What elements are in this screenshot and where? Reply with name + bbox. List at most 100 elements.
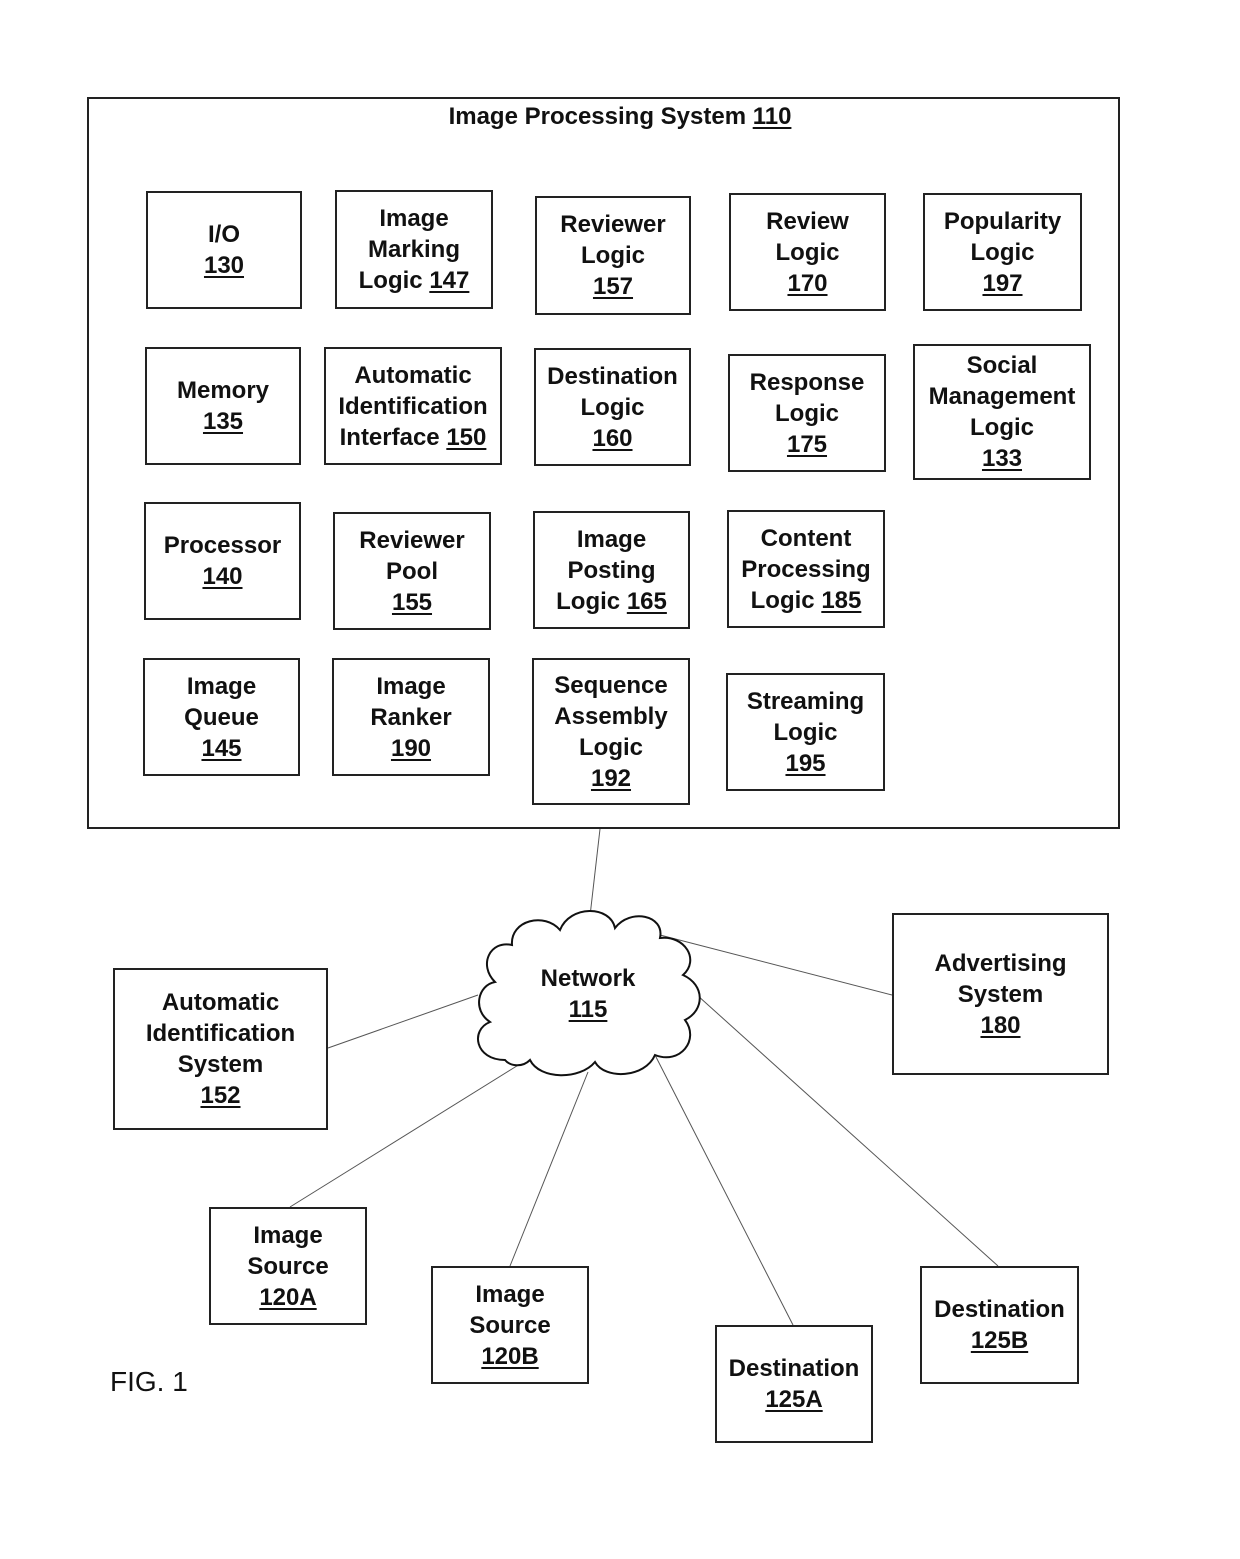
automatic-identification-system-box: Automatic Identification System 152 [113,968,328,1130]
figure-label: FIG. 1 [110,1366,188,1397]
destination-b-label-line: Destination [934,1296,1065,1323]
advertising-system-ref: 180 [980,1011,1021,1039]
image-source-a-ref: 120A [259,1283,317,1311]
response-logic-ref: 175 [786,430,828,458]
advertising-system-box: Advertising System 180 [892,913,1109,1075]
network-label: Network 115 [540,965,636,1023]
social-management-logic-label-line: Social [966,352,1038,379]
streaming-logic-box: Streaming Logic 195 [726,673,885,791]
automatic-identification-system-label-line: Identification [145,1020,296,1047]
review-logic-ref-line: 170 [787,268,827,299]
link-network-source-b [509,1071,589,1267]
automatic-identification-system-ref-line: 152 [200,1080,240,1111]
reviewer-pool-label-line: Reviewer [359,526,465,554]
sequence-assembly-logic-label-line: Logic [579,733,643,761]
image-posting-logic-box: Image Posting Logic 165 [533,511,690,629]
destination-b-ref-line: 125B [971,1325,1028,1356]
destination-a-ref: 125A [765,1386,823,1413]
response-logic-ref-line: 175 [787,429,827,460]
reviewer-pool-ref: 155 [391,588,433,616]
destination-a-label-line: Destination [728,1355,860,1382]
social-management-logic-label-line: Logic [970,414,1034,441]
destination-b-box: Destination 125B [920,1266,1079,1384]
popularity-logic-label-line: Popularity [943,207,1062,235]
memory-ref-line: 135 [203,406,243,437]
memory-ref: 135 [202,408,244,435]
image-source-b-label-line: Image [475,1280,545,1308]
image-ranker-ref: 190 [390,734,432,762]
response-logic-box: Response Logic 175 [728,354,886,472]
reviewer-pool-ref-line: 155 [392,587,432,618]
image-queue-box: Image Queue 145 [143,658,300,776]
destination-logic-label-line: Destination [547,362,678,390]
review-logic-box: Review Logic 170 [729,193,886,311]
image-processing-system-ref: 110 [752,103,792,130]
automatic-identification-interface-label-line: Identification [338,392,488,420]
content-processing-logic-box: Content Processing Logic 185 [727,510,885,628]
streaming-logic-ref-line: 195 [785,748,825,779]
image-marking-logic-label-line: Image [379,205,449,232]
image-posting-logic-label-line: Logic [556,587,627,615]
reviewer-pool-label-line: Pool [386,557,438,585]
automatic-identification-system-ref: 152 [200,1082,241,1109]
review-logic-label-line: Logic [775,238,840,266]
image-source-b-label-line: Source [469,1311,551,1339]
io-ref-line: 130 [204,250,244,281]
streaming-logic-label-line: Logic [773,718,838,746]
image-posting-logic-label-line: Image [576,525,647,553]
io-label-line: I/O [207,221,240,248]
review-logic-ref: 170 [787,269,828,297]
image-source-a-box: Image Source 120A [209,1207,367,1325]
sequence-assembly-logic-ref-line: 192 [591,763,631,794]
image-marking-logic-label-line: Marking [367,236,460,263]
automatic-identification-interface-box: Automatic Identification Interface 150 [324,347,502,465]
destination-a-box: Destination 125A [715,1325,873,1443]
image-posting-logic-label-line: Posting [567,556,656,584]
io-ref: 130 [203,252,245,279]
automatic-identification-interface-label-line: Interface [339,423,447,451]
content-processing-logic-ref-line: Logic 185 [751,585,862,616]
image-source-b-ref-line: 120B [481,1341,538,1372]
image-queue-ref-line: 145 [201,733,241,764]
image-source-b-ref: 120B [481,1342,539,1370]
image-posting-logic-ref: 165 [626,587,667,615]
advertising-system-ref-line: 180 [980,1010,1020,1041]
social-management-logic-box: Social Management Logic 133 [913,344,1091,480]
content-processing-logic-label-line: Content [760,524,852,552]
review-logic-label-line: Review [766,207,849,235]
destination-logic-ref-line: 160 [592,423,632,454]
response-logic-label-line: Response [749,368,865,396]
link-network-destination-a [654,1054,794,1326]
content-processing-logic-label-line: Logic [750,586,822,614]
memory-box: Memory 135 [145,347,301,465]
network-ref: 115 [568,996,608,1023]
automatic-identification-system-label-line: Automatic [161,989,280,1016]
advertising-system-label-line: System [957,980,1044,1008]
reviewer-logic-label-line: Logic [581,242,645,269]
reviewer-logic-box: Reviewer Logic 157 [535,196,691,315]
image-marking-logic-ref-line: Logic 147 [359,265,470,296]
content-processing-logic-label-line: Processing [741,555,871,583]
destination-b-ref: 125B [970,1327,1029,1354]
automatic-identification-interface-label-line: Automatic [354,361,472,389]
automatic-identification-interface-ref: 150 [446,423,487,451]
reviewer-logic-ref-line: 157 [593,271,633,302]
social-management-logic-label-line: Management [928,383,1076,410]
memory-label-line: Memory [176,377,270,404]
image-source-a-label-line: Source [247,1252,329,1280]
reviewer-pool-box: Reviewer Pool 155 [333,512,491,630]
destination-logic-label-line: Logic [580,393,645,421]
destination-a-ref-line: 125A [765,1384,822,1415]
advertising-system-label-line: Advertising [934,949,1067,977]
processor-box: Processor 140 [144,502,301,620]
social-management-logic-ref: 133 [981,445,1023,472]
popularity-logic-ref: 197 [982,269,1023,297]
image-ranker-ref-line: 190 [391,733,431,764]
processor-label-line: Processor [163,532,282,559]
streaming-logic-label-line: Streaming [746,687,865,715]
automatic-identification-interface-ref-line: Interface 150 [340,422,487,453]
popularity-logic-label-line: Logic [970,238,1035,266]
image-queue-ref: 145 [201,734,242,762]
image-processing-system-title: Image Processing System 110 [448,103,792,130]
image-source-b-box: Image Source 120B [431,1266,589,1384]
